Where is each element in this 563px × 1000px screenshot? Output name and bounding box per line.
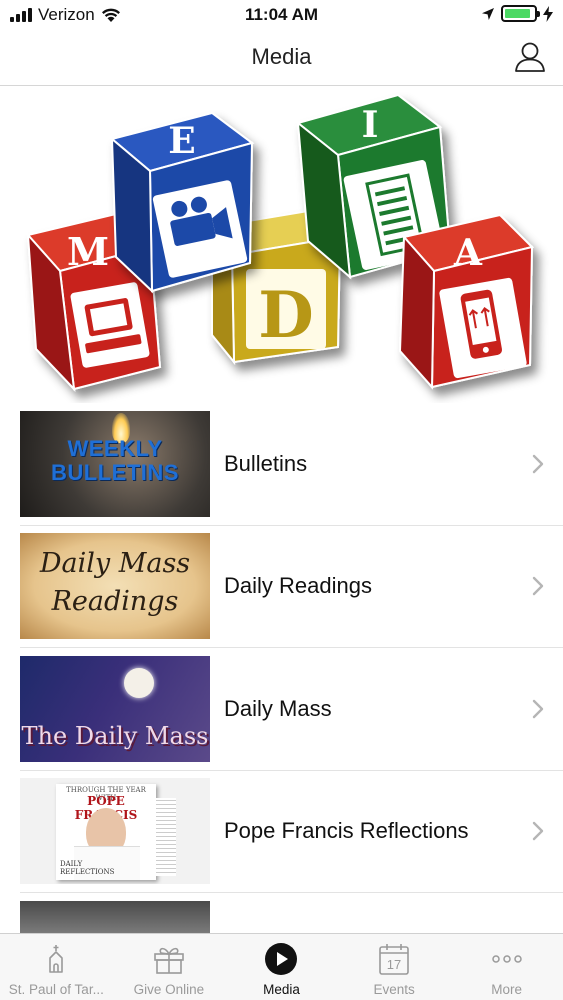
gift-icon (154, 947, 184, 974)
calendar-day: 17 (387, 957, 401, 972)
eucharist-host (124, 667, 154, 698)
block-letter-i: I (362, 104, 379, 146)
list-item-label: Bulletins (224, 450, 308, 476)
book-pages (156, 798, 176, 877)
list-item-bulletins[interactable]: WEEKLY BULLETINS Bulletins (20, 403, 563, 526)
location-arrow-icon (482, 7, 494, 20)
chevron-right-icon (532, 454, 544, 473)
profile-button[interactable] (513, 40, 547, 74)
thumb-text-daily-mass: Daily Mass (39, 548, 191, 580)
tab-give-online[interactable]: Give Online (113, 934, 226, 1000)
list-item-partial[interactable] (20, 893, 563, 933)
block-letter-d: D (258, 278, 314, 353)
user-profile-icon (515, 42, 545, 72)
media-blocks-illustration: D M E I A (26, 93, 534, 392)
block-letter-m: M (67, 229, 109, 274)
tab-label: More (491, 982, 523, 997)
tab-label: St. Paul of Tar... (8, 982, 104, 997)
book-text-daily: DAILY (60, 860, 83, 869)
block-e: E (109, 111, 255, 294)
tab-label: Events (373, 982, 415, 997)
media-list: WEEKLY BULLETINS Bulletins Daily Mass Re… (0, 403, 563, 933)
book-cover: THROUGH THE YEAR WITH POPE FRANCIS DAILY… (56, 784, 156, 881)
bulletins-thumbnail: WEEKLY BULLETINS (20, 410, 210, 517)
block-letter-e: E (168, 120, 195, 162)
calendar-icon: 17 (379, 944, 409, 975)
daily-readings-thumbnail: Daily Mass Readings (20, 533, 210, 640)
church-icon (49, 945, 64, 973)
tab-home[interactable]: St. Paul of Tar... (0, 934, 113, 1000)
chevron-right-icon (532, 577, 544, 596)
page-title: Media (251, 44, 312, 69)
tab-media[interactable]: Media (225, 934, 338, 1000)
thumb-text-readings: Readings (51, 586, 179, 618)
list-item-daily-mass[interactable]: The Daily Mass Daily Mass (20, 648, 563, 771)
tab-more[interactable]: More (450, 934, 563, 1000)
thumb-text-weekly: WEEKLY (67, 435, 163, 461)
block-letter-a: A (453, 232, 483, 274)
thumb-text-bulletins: BULLETINS (51, 459, 179, 485)
block-a: A (398, 213, 534, 390)
navigation-bar: Media (0, 30, 563, 86)
book-text-reflections: REFLECTIONS (60, 868, 115, 877)
status-bar: Verizon 11:04 AM (0, 0, 563, 30)
tab-label: Give Online (133, 982, 205, 997)
pope-francis-thumbnail: THROUGH THE YEAR WITH POPE FRANCIS DAILY… (20, 778, 210, 885)
tab-events[interactable]: 17 Events (338, 934, 451, 1000)
list-item-daily-readings[interactable]: Daily Mass Readings Daily Readings (20, 526, 563, 648)
daily-mass-thumbnail: The Daily Mass (20, 655, 210, 762)
list-item-label: Daily Readings (224, 573, 372, 599)
charging-bolt-icon (543, 5, 553, 22)
chevron-right-icon (532, 699, 544, 718)
chevron-right-icon (532, 822, 544, 841)
play-icon (265, 943, 298, 975)
list-item-pope-francis-reflections[interactable]: THROUGH THE YEAR WITH POPE FRANCIS DAILY… (20, 771, 563, 893)
battery-icon (501, 5, 540, 22)
tab-label: Media (263, 982, 300, 997)
list-item-label: Pope Francis Reflections (224, 818, 469, 844)
status-time: 11:04 AM (244, 5, 319, 24)
more-icon (491, 955, 522, 963)
status-right (481, 5, 553, 22)
list-item-label: Daily Mass (224, 695, 332, 721)
church-interior-thumbnail (20, 900, 210, 933)
thumb-text-the-daily-mass: The Daily Mass (21, 721, 209, 750)
media-hero-image: D M E I A (0, 87, 563, 403)
tab-bar: St. Paul of Tar... Give Online Media 17 … (0, 933, 563, 1000)
